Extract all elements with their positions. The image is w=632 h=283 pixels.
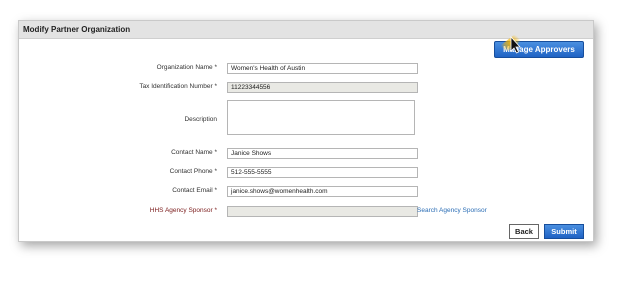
- description-textarea[interactable]: [227, 100, 415, 135]
- back-button[interactable]: Back: [509, 224, 539, 239]
- contact-phone-input[interactable]: 512-555-5555: [227, 167, 418, 178]
- mouse-cursor-icon: [500, 34, 521, 54]
- contact-email-row: Contact Email * janice.shows@womenhealth…: [19, 185, 593, 197]
- description-label: Description: [184, 116, 217, 123]
- contact-phone-row: Contact Phone * 512-555-5555: [19, 166, 593, 178]
- hhs-sponsor-label: HHS Agency Sponsor *: [149, 207, 217, 214]
- tax-id-label: Tax Identification Number *: [139, 83, 217, 90]
- org-name-input[interactable]: Women's Health of Austin: [227, 63, 418, 74]
- contact-email-input[interactable]: janice.shows@womenhealth.com: [227, 186, 418, 197]
- contact-email-label: Contact Email *: [172, 187, 217, 194]
- hhs-sponsor-row: HHS Agency Sponsor * Search Agency Spons…: [19, 205, 593, 217]
- submit-button[interactable]: Submit: [544, 224, 584, 239]
- org-name-row: Organization Name * Women's Health of Au…: [19, 62, 593, 74]
- search-agency-sponsor-link[interactable]: Search Agency Sponsor: [417, 205, 487, 217]
- org-name-label: Organization Name *: [156, 64, 217, 71]
- contact-name-label: Contact Name *: [171, 149, 217, 156]
- tax-id-input: 11223344556: [227, 82, 418, 93]
- tax-id-row: Tax Identification Number * 11223344556: [19, 81, 593, 93]
- contact-name-input[interactable]: Janice Shows: [227, 148, 418, 159]
- contact-name-row: Contact Name * Janice Shows: [19, 147, 593, 159]
- contact-phone-label: Contact Phone *: [169, 168, 217, 175]
- hhs-sponsor-input: [227, 206, 418, 217]
